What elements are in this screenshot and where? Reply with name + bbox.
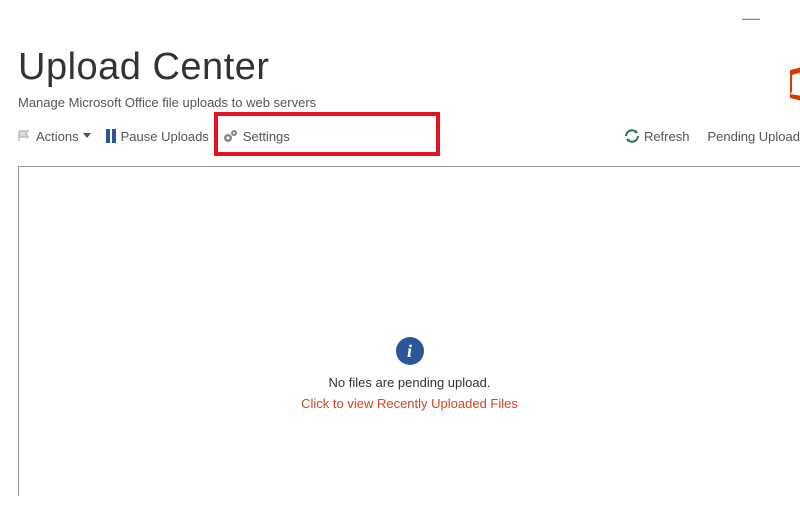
- settings-label: Settings: [243, 129, 290, 144]
- page-subtitle: Manage Microsoft Office file uploads to …: [18, 95, 800, 110]
- pause-uploads-button[interactable]: Pause Uploads: [105, 129, 209, 144]
- toolbar: Actions Pause Uploads Settings: [0, 118, 800, 154]
- minimize-icon: —: [742, 8, 760, 28]
- pause-icon: [105, 129, 117, 143]
- gear-icon: [223, 129, 239, 143]
- refresh-icon: [624, 128, 640, 144]
- office-logo: [782, 66, 800, 102]
- refresh-button[interactable]: Refresh: [624, 128, 690, 144]
- actions-button[interactable]: Actions: [18, 129, 91, 144]
- window-minimize-button[interactable]: —: [742, 8, 760, 29]
- empty-message: No files are pending upload.: [19, 375, 800, 390]
- pause-label: Pause Uploads: [121, 129, 209, 144]
- settings-button[interactable]: Settings: [223, 129, 290, 144]
- info-icon: i: [396, 337, 424, 365]
- empty-state: i No files are pending upload. Click to …: [19, 337, 800, 411]
- file-list-area: i No files are pending upload. Click to …: [18, 166, 800, 496]
- view-recent-link[interactable]: Click to view Recently Uploaded Files: [19, 396, 800, 411]
- pending-uploads-filter[interactable]: Pending Upload: [707, 129, 800, 144]
- flag-icon: [18, 130, 32, 142]
- chevron-down-icon: [83, 133, 91, 139]
- header: Upload Center Manage Microsoft Office fi…: [0, 0, 800, 118]
- refresh-label: Refresh: [644, 129, 690, 144]
- actions-label: Actions: [36, 129, 79, 144]
- page-title: Upload Center: [18, 46, 800, 89]
